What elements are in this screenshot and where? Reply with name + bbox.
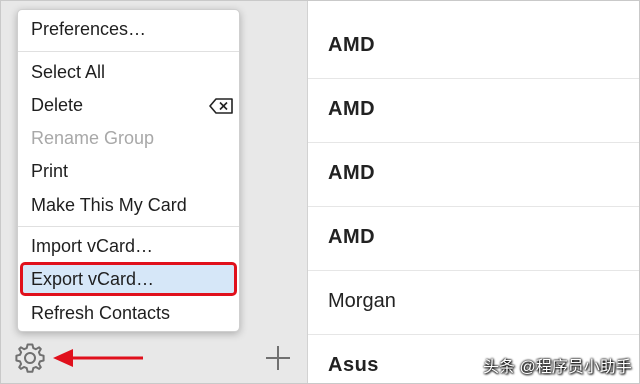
menu-item-print[interactable]: Print <box>31 161 68 182</box>
menu-item-preferences[interactable]: Preferences… <box>31 19 146 40</box>
contact-row[interactable]: AMD <box>308 78 639 143</box>
plus-icon[interactable] <box>265 345 291 371</box>
contacts-window: AMD AMD AMD AMD Morgan Asus Preferences…… <box>0 0 640 384</box>
contact-row[interactable]: AMD <box>308 14 639 79</box>
menu-item-refresh-contacts[interactable]: Refresh Contacts <box>31 303 170 324</box>
contact-list: AMD AMD AMD AMD Morgan Asus <box>308 1 639 383</box>
menu-item-import-vcard[interactable]: Import vCard… <box>31 236 153 257</box>
menu-item-select-all[interactable]: Select All <box>31 62 105 83</box>
menu-item-make-my-card[interactable]: Make This My Card <box>31 195 187 216</box>
delete-key-icon <box>209 98 233 114</box>
menu-item-rename-group: Rename Group <box>31 128 155 148</box>
menu-separator <box>18 51 239 52</box>
menu-item-delete[interactable]: Delete <box>31 95 83 116</box>
settings-menu: Preferences… Select All Delete Rename Gr… <box>17 9 240 332</box>
contact-name: AMD <box>328 98 376 120</box>
contact-name: AMD <box>328 226 376 248</box>
contact-row[interactable]: AMD <box>308 206 639 271</box>
contact-name: Morgan <box>328 290 396 312</box>
contact-row[interactable]: AMD <box>308 142 639 207</box>
contact-name: Asus <box>328 354 379 376</box>
gear-icon[interactable] <box>13 341 47 375</box>
contact-name: AMD <box>328 34 376 56</box>
contact-row[interactable]: Morgan <box>308 270 639 335</box>
watermark-text: 头条 @程序员小助手 <box>483 359 632 376</box>
contact-name: AMD <box>328 162 376 184</box>
menu-item-export-vcard[interactable]: Export vCard… <box>31 269 154 290</box>
red-arrow-icon <box>53 349 143 367</box>
menu-separator <box>18 226 239 227</box>
